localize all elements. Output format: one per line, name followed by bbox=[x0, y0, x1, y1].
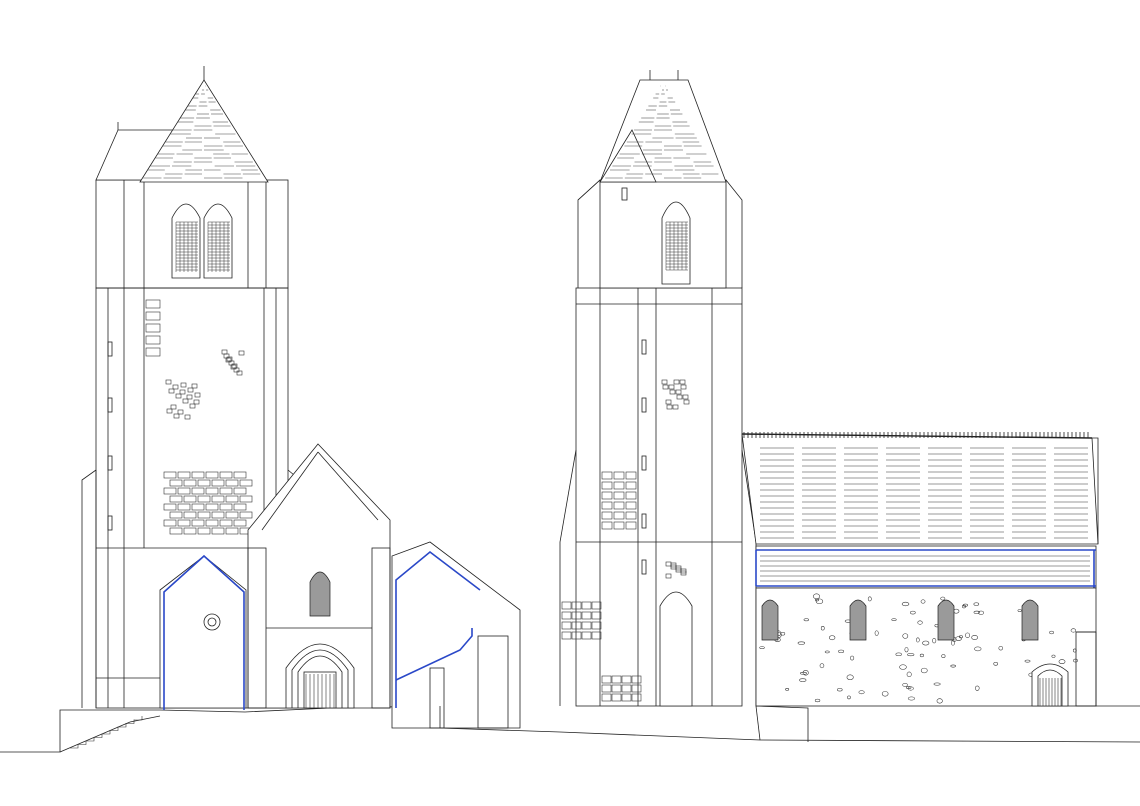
stair-step bbox=[134, 716, 143, 721]
nave-wall bbox=[755, 587, 1140, 741]
elevation-drawing bbox=[0, 0, 1140, 806]
side-door bbox=[1031, 663, 1069, 707]
nave-window bbox=[937, 599, 955, 641]
stone bbox=[561, 611, 572, 620]
south-aisle-section bbox=[391, 541, 521, 729]
stone bbox=[561, 601, 572, 610]
elevation-svg bbox=[0, 66, 1140, 753]
spire-right bbox=[599, 70, 727, 183]
south-elevation bbox=[439, 70, 1140, 743]
nave-window bbox=[1021, 599, 1039, 641]
spire-left bbox=[95, 66, 269, 183]
stone bbox=[561, 621, 572, 630]
ground-line-right bbox=[439, 706, 1140, 743]
ground-line bbox=[0, 705, 441, 753]
nave-roof bbox=[741, 432, 1099, 545]
stone bbox=[561, 631, 572, 640]
bell-tower-right bbox=[559, 179, 757, 707]
west-elevation bbox=[0, 66, 521, 753]
nave-window bbox=[849, 599, 867, 641]
nave-window bbox=[761, 599, 779, 641]
